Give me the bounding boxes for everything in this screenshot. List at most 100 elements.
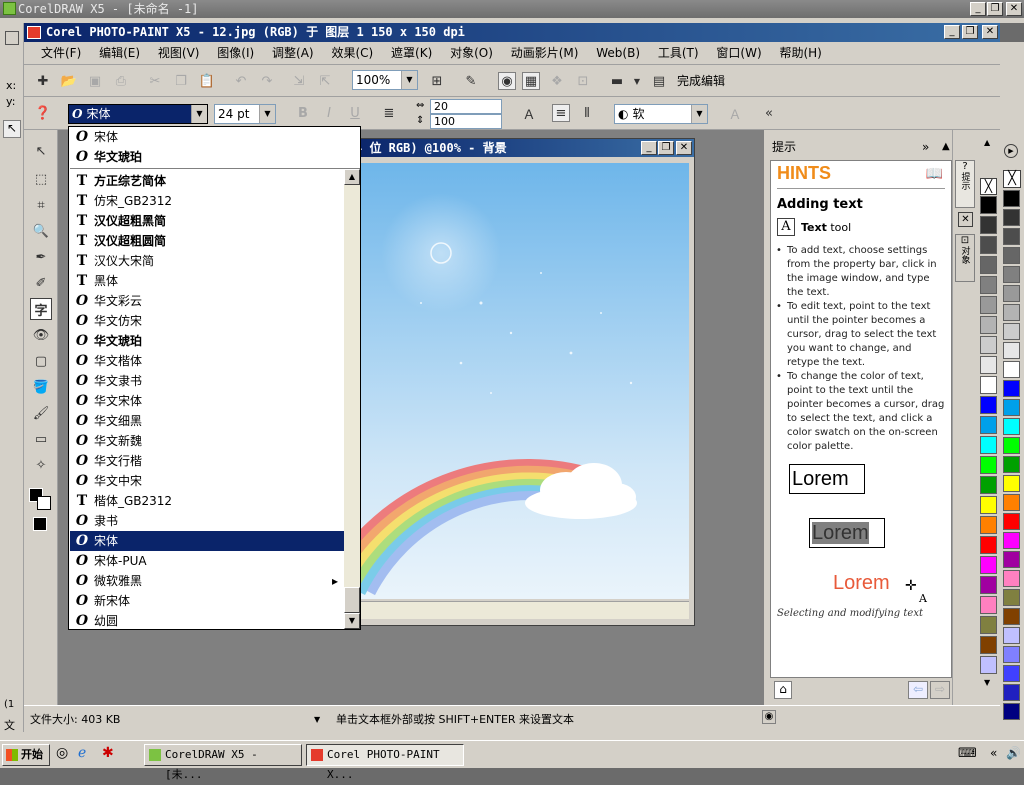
font-list-item[interactable]: O 宋体 — [70, 531, 344, 551]
coreldraw-color-swatch[interactable] — [1003, 304, 1020, 321]
font-list-item[interactable]: O 宋体-PUA — [70, 551, 344, 571]
marquee-icon[interactable]: ▦ — [522, 72, 540, 90]
font-name-select[interactable]: O 宋体 ▼ — [68, 104, 208, 124]
coreldraw-tool-icon[interactable] — [5, 31, 19, 45]
color-swatch[interactable] — [980, 276, 997, 294]
photopaint-minimize-button[interactable]: _ — [944, 25, 960, 39]
coreldraw-color-swatch[interactable] — [1003, 456, 1020, 473]
color-swatch[interactable] — [980, 376, 997, 394]
fill-tool-icon[interactable]: 🪣 — [32, 378, 50, 396]
menu-tools[interactable]: 工具(T) — [651, 42, 706, 64]
coreldraw-color-swatch[interactable] — [1003, 209, 1020, 226]
finish-edit-icon[interactable]: ▤ — [650, 72, 668, 90]
horizontal-text-icon[interactable]: ≡ — [552, 104, 570, 122]
coreldraw-color-swatch[interactable] — [1003, 266, 1020, 283]
coreldraw-color-swatch[interactable] — [1003, 361, 1020, 378]
image-window[interactable]: 4 位 RGB) @100% - 背景 _ ❐ ✕ — [350, 138, 695, 626]
import-icon[interactable]: ⇲ — [290, 72, 308, 90]
char-spacing-input[interactable]: 20 — [430, 99, 502, 114]
font-list-item[interactable]: O 华文细黑 — [70, 411, 344, 431]
taskbar-photopaint[interactable]: Corel PHOTO-PAINT X... — [306, 744, 464, 781]
menu-effects[interactable]: 效果(C) — [324, 42, 380, 64]
eraser-icon[interactable]: ✐ — [32, 274, 50, 292]
font-list-item[interactable]: O 隶书 — [70, 511, 344, 531]
new-file-icon[interactable]: ✚ — [34, 72, 52, 90]
lock-icon[interactable]: ⊡ — [574, 72, 592, 90]
coreldraw-color-swatch[interactable] — [1003, 494, 1020, 511]
font-list-item[interactable]: O 幼圆 — [70, 611, 344, 631]
undo-icon[interactable]: ↶ — [232, 72, 250, 90]
text-property-icon[interactable]: ❓ — [34, 104, 52, 122]
render-text-icon[interactable]: Ａ — [726, 104, 744, 123]
color-swatch[interactable] — [980, 596, 997, 614]
color-swatch[interactable] — [980, 336, 997, 354]
coreldraw-color-swatch[interactable] — [1003, 323, 1020, 340]
alignment-icon[interactable]: ≣ — [380, 104, 398, 122]
font-list-item[interactable]: T 仿宋_GB2312 — [70, 191, 344, 211]
font-list-item[interactable]: O 新宋体 — [70, 591, 344, 611]
background-color-swatch[interactable] — [37, 496, 51, 510]
export-icon[interactable]: ⇱ — [316, 72, 334, 90]
font-list-dropdown[interactable]: O 宋体 O 华文琥珀 T 方正综艺简体 T 仿宋_GB2312 T 汉仪超粗黑简 T 汉仪超粗圆… — [68, 126, 361, 630]
font-list-item[interactable]: O 华文新魏 — [70, 431, 344, 451]
red-eye-icon[interactable]: 👁 — [32, 326, 50, 344]
speaker-tray-icon[interactable]: 🔊 — [1006, 746, 1021, 760]
color-swatch[interactable] — [980, 576, 997, 594]
recent-font-item[interactable]: O 华文琥珀 — [70, 147, 344, 167]
coreldraw-color-swatch[interactable] — [1003, 570, 1020, 587]
coreldraw-color-swatch[interactable] — [1003, 646, 1020, 663]
scroll-up-button[interactable]: ▲ — [344, 169, 360, 185]
home-icon[interactable]: ⌂ — [774, 681, 792, 699]
font-list-item[interactable]: O 华文中宋 — [70, 471, 344, 491]
open-file-icon[interactable]: 📂 — [60, 72, 78, 90]
line-spacing-input[interactable]: 100 — [430, 114, 502, 129]
color-swatch[interactable] — [980, 356, 997, 374]
coreldraw-color-swatch[interactable] — [1003, 380, 1020, 397]
menu-object[interactable]: 对象(O) — [443, 42, 500, 64]
font-list-item[interactable]: O 华文楷体 — [70, 351, 344, 371]
coreldraw-color-swatch[interactable] — [1003, 437, 1020, 454]
menu-mask[interactable]: 遮罩(K) — [384, 42, 439, 64]
coreldraw-minimize-button[interactable]: _ — [970, 2, 986, 16]
color-swatch[interactable] — [980, 296, 997, 314]
font-list-item[interactable]: T 黑体 — [70, 271, 344, 291]
taskbar-coreldraw[interactable]: CorelDRAW X5 - [未... — [144, 744, 302, 781]
brush-tool-icon[interactable]: 🖌 — [32, 404, 50, 422]
recent-font-item[interactable]: O 宋体 — [70, 127, 344, 147]
coreldraw-close-button[interactable]: ✕ — [1006, 2, 1022, 16]
menu-image[interactable]: 图像(I) — [210, 42, 261, 64]
menu-file[interactable]: 文件(F) — [34, 42, 88, 64]
font-list-item[interactable]: O 华文行楷 — [70, 451, 344, 471]
color-swatch[interactable] — [980, 496, 997, 514]
menu-edit[interactable]: 编辑(E) — [92, 42, 147, 64]
menu-adjust[interactable]: 调整(A) — [265, 42, 321, 64]
crop-tool-icon[interactable]: ⌗ — [32, 196, 50, 214]
font-list-item[interactable]: O 华文琥珀 — [70, 331, 344, 351]
docker-tab-objects[interactable]: ⊡ 对象 — [955, 234, 975, 282]
palette-no-color-swatch[interactable]: ╳ — [1003, 170, 1021, 188]
coreldraw-color-swatch[interactable] — [1003, 532, 1020, 549]
coreldraw-restore-button[interactable]: ❐ — [987, 2, 1003, 16]
finish-edit-button[interactable]: 完成编辑 — [677, 72, 725, 89]
color-swatch[interactable] — [980, 476, 997, 494]
application-launcher-icon[interactable]: ▬ — [608, 72, 626, 90]
photopaint-title-bar[interactable]: Corel PHOTO-PAINT X5 - 12.jpg (RGB) 于 图层… — [24, 23, 1000, 42]
no-color-swatch[interactable]: ╳ — [980, 178, 997, 195]
pick-tool-icon[interactable]: ↖ — [32, 142, 50, 160]
color-swatch[interactable] — [980, 416, 997, 434]
app-shortcut-icon[interactable]: ✱ — [102, 745, 114, 761]
scroll-down-button[interactable]: ▼ — [344, 613, 360, 629]
coreldraw-color-swatch[interactable] — [1003, 589, 1020, 606]
menu-view[interactable]: 视图(V) — [151, 42, 207, 64]
pick-tool-icon[interactable]: ↖ — [3, 120, 21, 138]
zoom-tool-icon[interactable]: 🔍 — [32, 222, 50, 240]
italic-icon[interactable]: I — [320, 104, 338, 122]
print-icon[interactable]: ⎙ — [112, 72, 130, 90]
coreldraw-color-swatch[interactable] — [1003, 703, 1020, 720]
menu-window[interactable]: 窗口(W) — [709, 42, 768, 64]
photopaint-close-button[interactable]: ✕ — [982, 25, 998, 39]
color-swatch[interactable] — [980, 516, 997, 534]
font-list-item[interactable]: O 华文彩云 — [70, 291, 344, 311]
antialias-select[interactable]: ◐ 软 ▼ — [614, 104, 708, 124]
image-close-button[interactable]: ✕ — [676, 141, 692, 155]
